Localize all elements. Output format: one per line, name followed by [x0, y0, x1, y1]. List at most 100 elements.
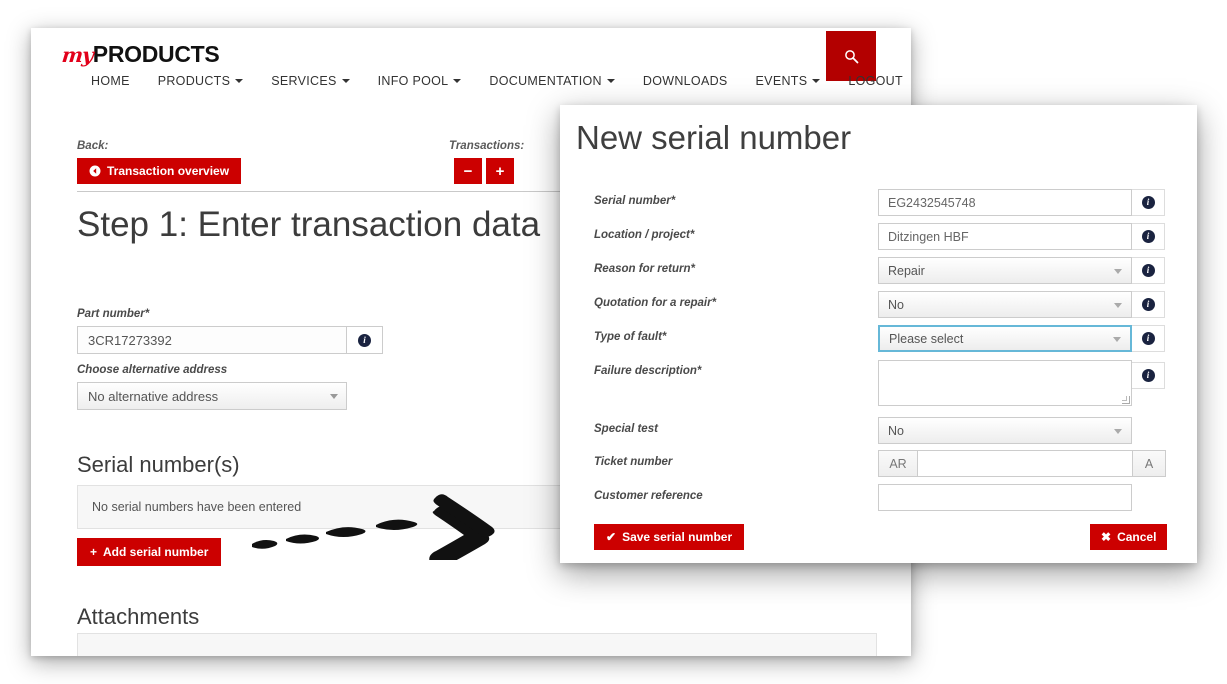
increase-transactions-button[interactable]: + [486, 158, 514, 184]
info-icon: i [1141, 230, 1155, 243]
info-icon: i [1141, 298, 1155, 311]
transactions-label: Transactions: [449, 140, 525, 152]
location-project-info-button[interactable]: i [1132, 223, 1165, 250]
nav-label: DOCUMENTATION [489, 74, 602, 88]
chevron-down-icon [341, 79, 350, 83]
info-icon: i [1141, 196, 1155, 209]
location-project-label: Location / project* [594, 229, 695, 241]
chevron-down-icon [453, 79, 462, 83]
plus-icon: + [495, 162, 505, 180]
plus-icon: + [90, 545, 98, 559]
quotation-for-repair-info-button[interactable]: i [1132, 291, 1165, 318]
chevron-down-icon [812, 79, 821, 83]
resize-handle-icon[interactable] [1122, 396, 1130, 404]
close-icon: ✖ [1101, 530, 1112, 544]
nav-item-documentation[interactable]: DOCUMENTATION [475, 74, 628, 88]
reason-for-return-info-button[interactable]: i [1132, 257, 1165, 284]
add-serial-number-label: Add serial number [103, 545, 209, 559]
new-serial-number-dialog: New serial number Serial number* EG24325… [560, 105, 1197, 563]
info-icon: i [358, 333, 371, 347]
alternative-address-label: Choose alternative address [77, 364, 228, 376]
failure-description-textarea[interactable] [878, 360, 1132, 406]
part-number-input[interactable]: 3CR17273392 [77, 326, 347, 354]
nav-label: PRODUCTS [157, 74, 231, 88]
serial-number-label: Serial number* [594, 195, 676, 207]
ticket-number-prefix: AR [878, 450, 918, 477]
type-of-fault-select[interactable]: Please select [878, 325, 1132, 352]
special-test-value: No [888, 423, 904, 438]
alternative-address-select[interactable]: No alternative address [77, 382, 347, 410]
reason-for-return-select[interactable]: Repair [878, 257, 1132, 284]
nav-item-info-pool[interactable]: INFO POOL [364, 74, 476, 88]
site-logo[interactable]: myPRODUCTS [60, 41, 220, 68]
part-number-label: Part number* [77, 308, 150, 320]
location-project-input[interactable]: Ditzingen HBF [878, 223, 1132, 250]
nav-item-logout[interactable]: LOGOUT [834, 74, 911, 88]
cancel-label: Cancel [1117, 530, 1157, 544]
reason-for-return-label: Reason for return* [594, 263, 695, 275]
nav-item-home[interactable]: HOME [77, 74, 144, 88]
info-icon: i [1141, 264, 1155, 277]
chevron-down-icon [235, 79, 244, 83]
chevron-down-icon [330, 394, 338, 399]
ticket-number-input[interactable] [918, 450, 1133, 477]
cancel-button[interactable]: ✖ Cancel [1090, 524, 1168, 550]
add-serial-number-button[interactable]: + Add serial number [77, 538, 222, 566]
quotation-for-repair-value: No [888, 297, 904, 312]
nav-label: INFO POOL [377, 74, 449, 88]
back-label: Back: [77, 140, 109, 152]
logo-products-text: PRODUCTS [92, 41, 220, 67]
chevron-down-icon [606, 79, 615, 83]
quotation-for-repair-label: Quotation for a repair* [594, 297, 717, 309]
serial-number-info-button[interactable]: i [1132, 189, 1165, 216]
info-icon: i [1141, 369, 1155, 382]
part-number-info-button[interactable]: i [347, 326, 383, 354]
nav-item-events[interactable]: EVENTS [742, 74, 835, 88]
info-icon: i [1141, 332, 1155, 345]
ticket-number-group: AR A [878, 450, 1166, 477]
nav-label: DOWNLOADS [642, 74, 728, 88]
nav-label: HOME [91, 74, 130, 88]
nav-item-products[interactable]: PRODUCTS [144, 74, 258, 88]
nav-item-downloads[interactable]: DOWNLOADS [629, 74, 742, 88]
page-title: Step 1: Enter transaction data [77, 205, 541, 244]
chevron-down-icon [1114, 428, 1122, 434]
type-of-fault-info-button[interactable]: i [1132, 325, 1165, 352]
customer-reference-label: Customer reference [594, 490, 703, 502]
special-test-select[interactable]: No [878, 417, 1132, 444]
nav-label: EVENTS [755, 74, 808, 88]
save-serial-number-label: Save serial number [622, 530, 733, 544]
alternative-address-value: No alternative address [88, 388, 219, 404]
special-test-label: Special test [594, 423, 658, 435]
nav-item-services[interactable]: SERVICES [257, 74, 363, 88]
transaction-overview-button[interactable]: Transaction overview [77, 158, 242, 184]
logo-my-text: my [60, 43, 95, 67]
ticket-number-label: Ticket number [594, 456, 673, 468]
nav-label: LOGOUT [848, 74, 903, 88]
serial-numbers-heading: Serial number(s) [77, 452, 240, 477]
chevron-down-icon [1114, 302, 1122, 308]
main-navigation: HOME PRODUCTS SERVICES INFO POOL DOCUMEN… [77, 74, 911, 88]
check-icon: ✔ [606, 530, 617, 544]
dialog-title: New serial number [576, 119, 852, 156]
attachments-heading: Attachments [77, 604, 200, 629]
chevron-down-icon [1114, 268, 1122, 274]
ticket-number-suffix: A [1133, 450, 1166, 477]
type-of-fault-value: Please select [889, 331, 964, 346]
transaction-overview-label: Transaction overview [107, 164, 230, 178]
serial-number-input[interactable]: EG2432545748 [878, 189, 1132, 216]
failure-description-info-button[interactable]: i [1132, 362, 1165, 389]
save-serial-number-button[interactable]: ✔ Save serial number [594, 524, 745, 550]
search-icon [844, 49, 858, 63]
decrease-transactions-button[interactable]: − [454, 158, 482, 184]
nav-label: SERVICES [271, 74, 337, 88]
reason-for-return-value: Repair [888, 263, 925, 278]
customer-reference-input[interactable] [878, 484, 1132, 511]
failure-description-label: Failure description* [594, 365, 702, 377]
type-of-fault-label: Type of fault* [594, 331, 667, 343]
chevron-down-icon [1113, 336, 1121, 342]
attachments-panel [77, 633, 877, 656]
minus-icon: − [463, 162, 473, 180]
arrow-left-circle-icon [89, 165, 101, 177]
quotation-for-repair-select[interactable]: No [878, 291, 1132, 318]
